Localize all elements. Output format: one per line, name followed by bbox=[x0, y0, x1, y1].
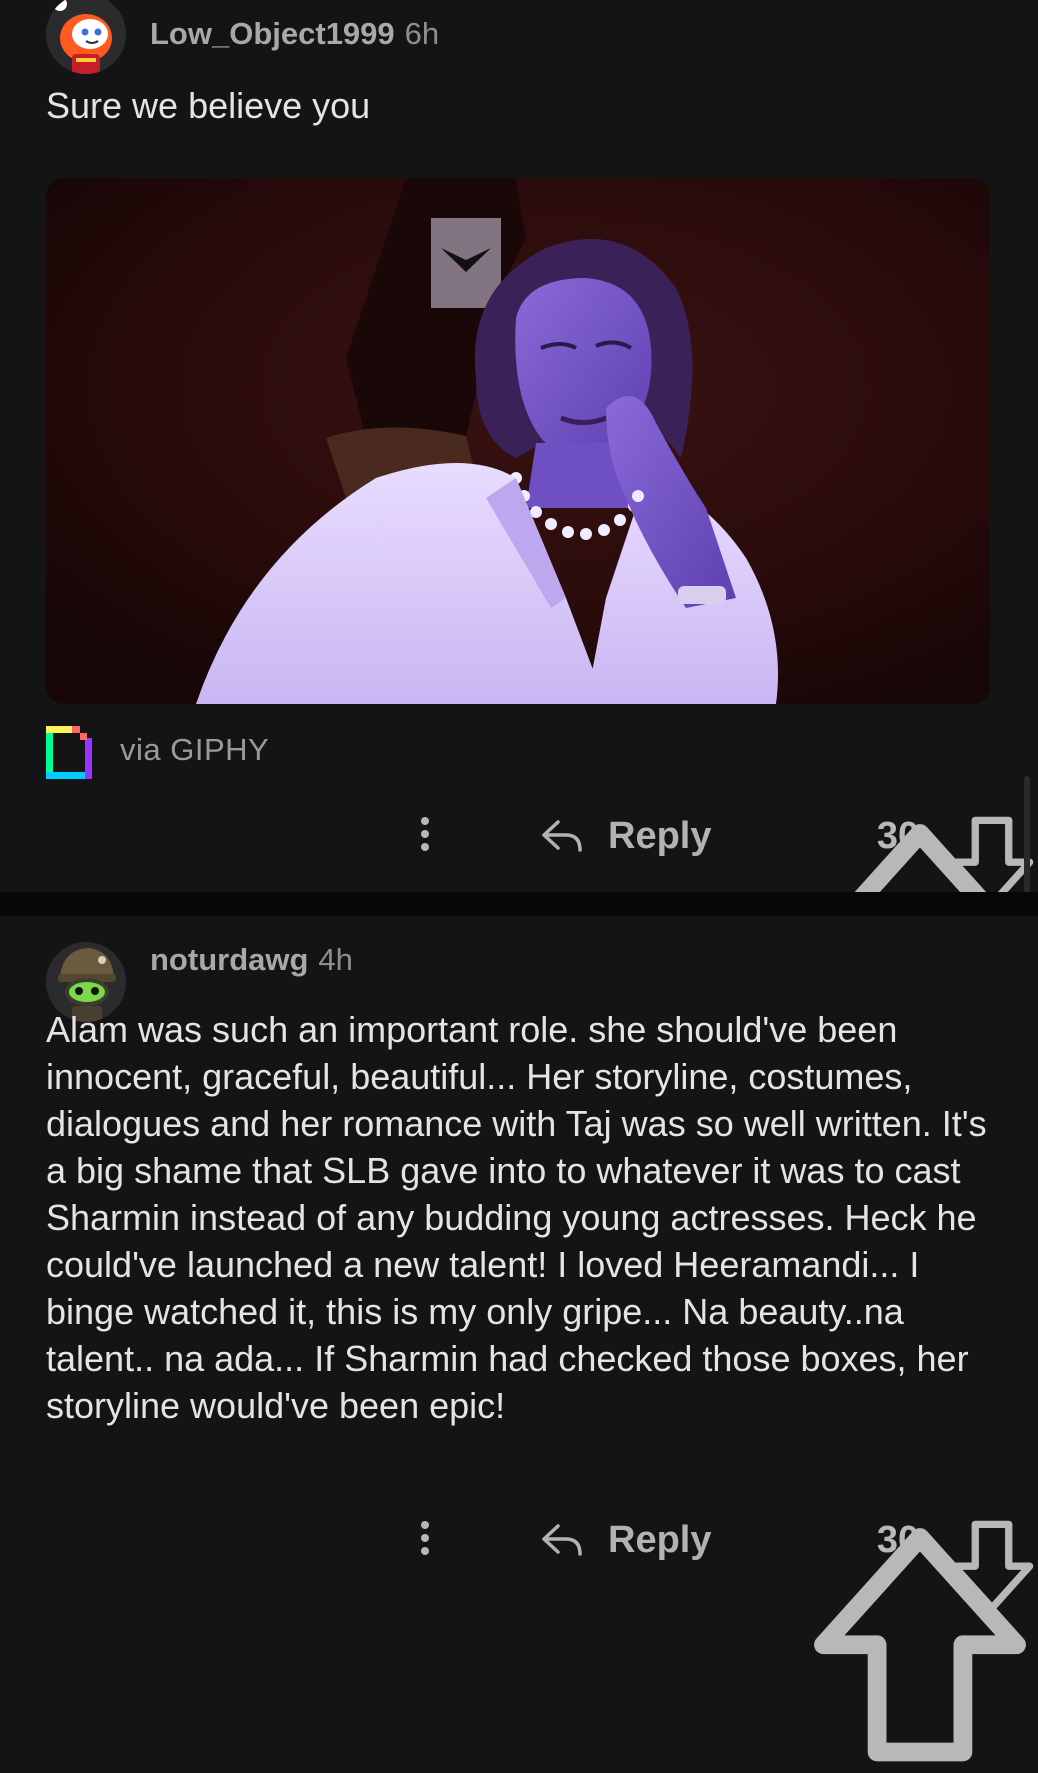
gif-image[interactable] bbox=[46, 178, 990, 704]
giphy-logo-icon bbox=[46, 726, 92, 779]
reply-button[interactable]: Reply bbox=[540, 1510, 711, 1570]
giphy-label: via GIPHY bbox=[120, 732, 270, 767]
reply-label: Reply bbox=[608, 814, 712, 857]
reply-button[interactable]: Reply bbox=[540, 806, 711, 866]
comment-meta: noturdawg 4h bbox=[150, 942, 353, 978]
comment-divider bbox=[0, 892, 1038, 916]
gif-woman-thinking-image bbox=[46, 178, 990, 704]
more-options-icon[interactable] bbox=[405, 1518, 445, 1562]
reply-arrow-icon bbox=[542, 1524, 582, 1556]
comment-age: 4h bbox=[318, 942, 353, 977]
giphy-attribution[interactable]: via GIPHY bbox=[46, 720, 269, 780]
user-avatar[interactable] bbox=[46, 0, 126, 74]
comment: noturdawg 4h Alam was such an important r… bbox=[0, 916, 1038, 1762]
author-name[interactable]: Low_Object1999 bbox=[150, 16, 395, 51]
comment: Low_Object1999 6h Sure we believe you vi… bbox=[0, 0, 1038, 1058]
vote-score: 30 bbox=[876, 1519, 920, 1561]
comment-body: Alam was such an important role. she sho… bbox=[46, 1009, 987, 1426]
reply-label: Reply bbox=[608, 1518, 712, 1561]
author-name[interactable]: noturdawg bbox=[150, 942, 308, 977]
downvote-arrow-icon[interactable] bbox=[946, 1516, 1038, 1616]
comment-meta: Low_Object1999 6h bbox=[150, 16, 439, 52]
more-options-icon[interactable] bbox=[405, 814, 445, 858]
scrollbar[interactable] bbox=[1024, 776, 1030, 894]
comment-age: 6h bbox=[404, 16, 440, 51]
comment-actions: Reply 30 bbox=[0, 806, 1038, 1058]
reply-arrow-icon bbox=[542, 820, 582, 852]
comment-actions: Reply 30 bbox=[0, 1510, 1038, 1762]
vote-score: 30 bbox=[876, 815, 920, 857]
snoo-avatar-icon bbox=[46, 0, 126, 74]
comment-body: Sure we believe you bbox=[46, 85, 371, 126]
